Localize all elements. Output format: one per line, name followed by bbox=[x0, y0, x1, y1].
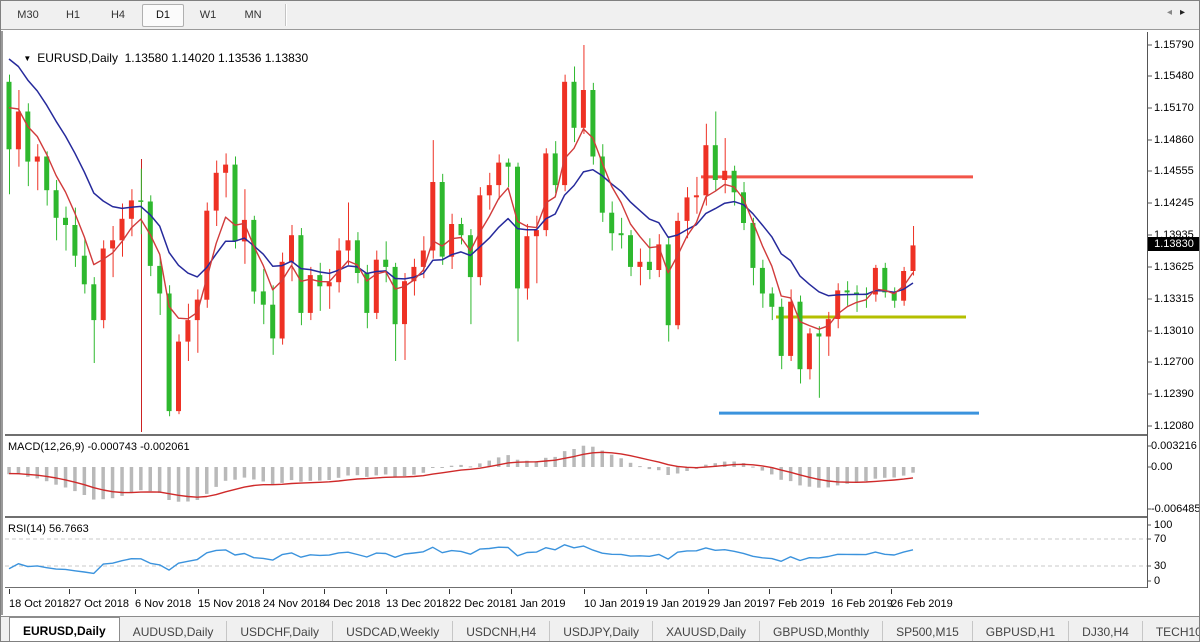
date-axis-label: 27 Oct 2018 bbox=[69, 598, 129, 610]
symbol-label: EURUSD,Daily bbox=[37, 51, 118, 65]
date-axis-label: 22 Dec 2018 bbox=[449, 598, 511, 610]
date-axis-label: 13 Dec 2018 bbox=[386, 598, 448, 610]
tab-scroll-arrows: ◂▸ bbox=[1167, 7, 1193, 18]
symbol-tab-usdcnh[interactable]: USDCNH,H4 bbox=[453, 621, 550, 642]
date-axis-label: 10 Jan 2019 bbox=[584, 598, 645, 610]
rsi-label: RSI(14) 56.7663 bbox=[8, 523, 89, 535]
tab-scroll-right-icon[interactable]: ▸ bbox=[1180, 7, 1193, 18]
symbol-tab-gbpusd[interactable]: GBPUSD,Monthly bbox=[760, 621, 883, 642]
macd-axis-label: 0.00 bbox=[1151, 461, 1172, 473]
symbol-tab-usdchf[interactable]: USDCHF,Daily bbox=[227, 621, 333, 642]
symbol-tab-gbpusd[interactable]: GBPUSD,H1 bbox=[973, 621, 1069, 642]
date-axis-label: 1 Jan 2019 bbox=[511, 598, 565, 610]
date-axis-label: 6 Nov 2018 bbox=[135, 598, 191, 610]
price-axis-label: 1.13935 bbox=[1154, 229, 1194, 241]
date-axis-label: 16 Feb 2019 bbox=[831, 598, 893, 610]
macd-axis-label: 0.003216 bbox=[1151, 440, 1197, 452]
price-chart-canvas[interactable] bbox=[1, 1, 1200, 642]
symbol-tab-dj30[interactable]: DJ30,H4 bbox=[1069, 621, 1143, 642]
price-axis-label: 1.13010 bbox=[1154, 325, 1194, 337]
rsi-axis-label: 100 bbox=[1154, 519, 1172, 531]
price-axis-label: 1.15790 bbox=[1154, 39, 1194, 51]
trading-terminal-window: M30H1H4D1W1MN ▼EURUSD,Daily 1.13580 1.14… bbox=[0, 0, 1200, 642]
date-axis-label: 18 Oct 2018 bbox=[9, 598, 69, 610]
date-axis-label: 15 Nov 2018 bbox=[198, 598, 260, 610]
symbol-tab-audusd[interactable]: AUDUSD,Daily bbox=[120, 621, 228, 642]
date-axis-label: 7 Feb 2019 bbox=[769, 598, 825, 610]
price-axis-label: 1.12700 bbox=[1154, 356, 1194, 368]
symbol-dropdown-icon[interactable]: ▼ bbox=[23, 54, 31, 63]
price-axis-label: 1.14555 bbox=[1154, 165, 1194, 177]
date-axis-label: 19 Jan 2019 bbox=[646, 598, 707, 610]
symbol-tab-usdcad[interactable]: USDCAD,Weekly bbox=[333, 621, 453, 642]
rsi-axis-label: 70 bbox=[1154, 533, 1166, 545]
price-axis-label: 1.12080 bbox=[1154, 420, 1194, 432]
date-axis-label: 29 Jan 2019 bbox=[708, 598, 769, 610]
date-axis-label: 26 Feb 2019 bbox=[891, 598, 953, 610]
price-axis-label: 1.14245 bbox=[1154, 197, 1194, 209]
symbol-tabbar: EURUSD,DailyAUDUSD,DailyUSDCHF,DailyUSDC… bbox=[1, 616, 1200, 642]
date-axis-label: 24 Nov 2018 bbox=[263, 598, 325, 610]
ohlc-values: 1.13580 1.14020 1.13536 1.13830 bbox=[125, 51, 309, 65]
price-axis-label: 1.15480 bbox=[1154, 70, 1194, 82]
symbol-tab-tech100[interactable]: TECH100,H bbox=[1143, 621, 1200, 642]
price-axis-label: 1.13315 bbox=[1154, 293, 1194, 305]
chart-header: ▼ EURUSD,Daily 1.13580 1.14020 1.13536 1.… bbox=[10, 37, 308, 79]
rsi-axis-label: 30 bbox=[1154, 560, 1166, 572]
tab-scroll-left-icon[interactable]: ◂ bbox=[1167, 7, 1180, 18]
macd-label: MACD(12,26,9) -0.000743 -0.002061 bbox=[8, 441, 190, 453]
price-axis-label: 1.15170 bbox=[1154, 102, 1194, 114]
price-axis-label: 1.12390 bbox=[1154, 388, 1194, 400]
symbol-tab-sp500[interactable]: SP500,M15 bbox=[883, 621, 973, 642]
macd-axis-label: -0.006485 bbox=[1151, 503, 1200, 515]
symbol-tab-usdjpy[interactable]: USDJPY,Daily bbox=[550, 621, 653, 642]
date-axis-label: 4 Dec 2018 bbox=[324, 598, 380, 610]
price-axis-label: 1.14860 bbox=[1154, 134, 1194, 146]
symbol-tab-eurusd[interactable]: EURUSD,Daily bbox=[9, 617, 120, 642]
rsi-axis-label: 0 bbox=[1154, 575, 1160, 587]
price-axis-label: 1.13625 bbox=[1154, 261, 1194, 273]
symbol-tab-xauusd[interactable]: XAUUSD,Daily bbox=[653, 621, 760, 642]
